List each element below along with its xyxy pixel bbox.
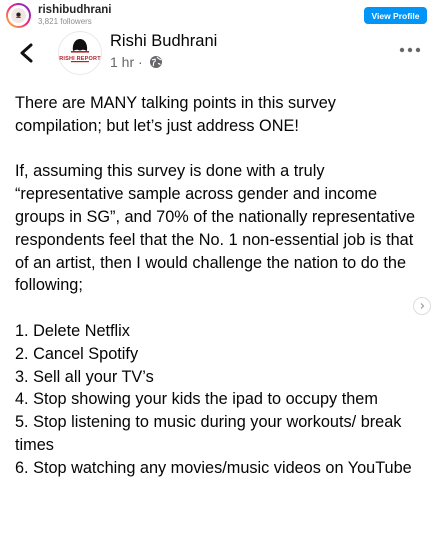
list-item: 2. Cancel Spotify: [15, 344, 139, 363]
post-paragraph: There are MANY talking points in this su…: [15, 94, 336, 135]
post-time[interactable]: 1 hr ·: [110, 54, 143, 70]
list-item: 4. Stop showing your kids the ipad to oc…: [15, 390, 378, 409]
more-horizontal-icon[interactable]: [398, 46, 422, 54]
globe-icon: [149, 56, 162, 68]
list-item: 5. Stop listening to music during your w…: [15, 413, 402, 454]
instagram-username[interactable]: rishibudhrani: [38, 4, 111, 16]
instagram-header: rishibudhrani 3,821 followers View Profi…: [0, 0, 436, 30]
instagram-avatar[interactable]: [6, 3, 31, 28]
post-text: There are MANY talking points in this su…: [15, 92, 425, 480]
list-item: 6. Stop watching any movies/music videos…: [15, 458, 412, 477]
rishi-report-logo-icon: [71, 39, 89, 63]
logo-text: RISHI REPORT: [59, 56, 101, 62]
instagram-avatar-logo: [11, 8, 26, 23]
screenshot-frame: rishibudhrani 3,821 followers View Profi…: [0, 0, 436, 537]
chevron-left-icon[interactable]: [17, 42, 37, 64]
post-paragraph: If, assuming this survey is done with a …: [15, 162, 416, 295]
author-avatar[interactable]: RISHI REPORT: [58, 31, 102, 75]
list-item: 3. Sell all your TV’s: [15, 367, 154, 386]
mini-logo-icon: [16, 12, 21, 18]
author-name[interactable]: Rishi Budhrani: [110, 32, 217, 51]
chevron-right-icon: [420, 303, 425, 309]
post-meta: 1 hr ·: [110, 54, 163, 70]
carousel-next-button[interactable]: [413, 297, 431, 315]
view-profile-button[interactable]: View Profile: [364, 7, 427, 24]
instagram-avatar-ring: [8, 5, 29, 26]
instagram-follower-count: 3,821 followers: [38, 17, 92, 26]
list-item: 1. Delete Netflix: [15, 321, 130, 340]
